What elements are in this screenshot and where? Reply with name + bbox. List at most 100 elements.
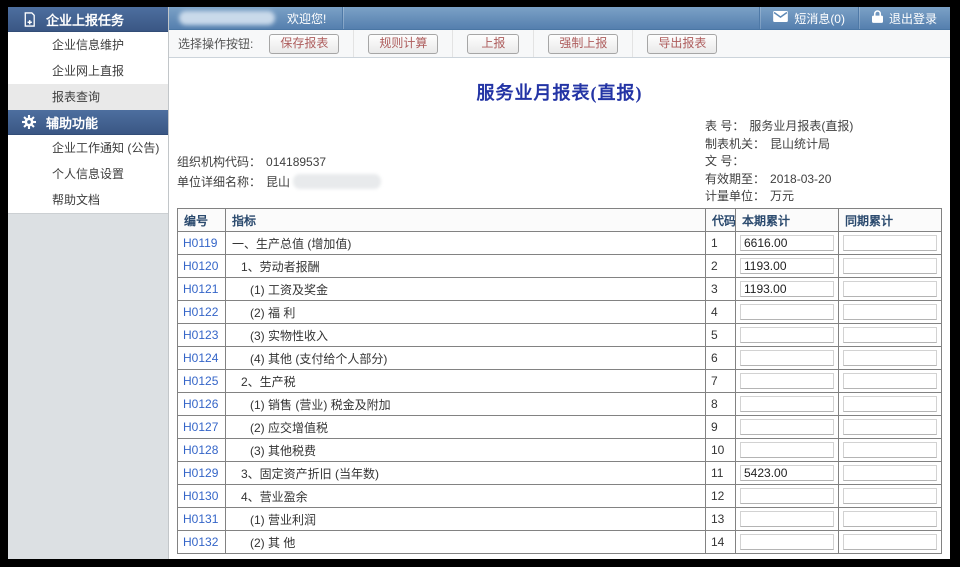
meta-value: 昆山统计局 [770, 137, 830, 151]
prior-period-input[interactable] [843, 258, 937, 274]
current-period-input[interactable] [740, 327, 834, 343]
row-code-link[interactable]: H0123 [183, 328, 218, 342]
current-period-input[interactable] [740, 396, 834, 412]
current-period-input[interactable] [740, 488, 834, 504]
row-code-link[interactable]: H0127 [183, 420, 218, 434]
row-indicator-cell: (3) 实物性收入 [226, 324, 706, 347]
row-code-link[interactable]: H0126 [183, 397, 218, 411]
row-code-cell: H0123 [178, 324, 226, 347]
prior-period-input[interactable] [843, 373, 937, 389]
row-indicator-cell: 3、固定资产折旧 (当年数) [226, 462, 706, 485]
row-code-cell: H0131 [178, 508, 226, 531]
sidebar-section-title: 企业上报任务 [46, 10, 124, 29]
toolbar-button[interactable]: 上报 [467, 34, 519, 54]
prior-period-input[interactable] [843, 534, 937, 550]
row-code-link[interactable]: H0125 [183, 374, 218, 388]
prior-period-input[interactable] [843, 396, 937, 412]
sidebar-item[interactable]: 报表查询 [8, 84, 168, 110]
meta-right-line: 文 号： [705, 153, 853, 171]
row-current-cell [736, 301, 839, 324]
toolbar-button[interactable]: 保存报表 [269, 34, 339, 54]
current-period-input[interactable]: 1193.00 [740, 258, 834, 274]
row-indicator-cell: 1、劳动者报酬 [226, 255, 706, 278]
row-code-link[interactable]: H0129 [183, 466, 218, 480]
envelope-icon [773, 11, 788, 25]
row-seq-cell: 7 [706, 370, 736, 393]
prior-period-input[interactable] [843, 350, 937, 366]
toolbar-separator [353, 30, 354, 57]
current-period-input[interactable]: 5423.00 [740, 465, 834, 481]
row-code-link[interactable]: H0121 [183, 282, 218, 296]
row-code-link[interactable]: H0122 [183, 305, 218, 319]
row-code-cell: H0125 [178, 370, 226, 393]
current-period-input[interactable] [740, 304, 834, 320]
row-code-link[interactable]: H0124 [183, 351, 218, 365]
sidebar-item[interactable]: 个人信息设置 [8, 161, 168, 187]
prior-period-input[interactable] [843, 327, 937, 343]
meta-value: 014189537 [266, 155, 326, 169]
current-period-input[interactable]: 6616.00 [740, 235, 834, 251]
sidebar-item[interactable]: 企业工作通知 (公告) [8, 135, 168, 161]
row-code-cell: H0121 [178, 278, 226, 301]
logout-button[interactable]: 退出登录 [858, 7, 950, 29]
row-code-link[interactable]: H0128 [183, 443, 218, 457]
sidebar-item[interactable]: 企业信息维护 [8, 32, 168, 58]
row-current-cell: 5423.00 [736, 462, 839, 485]
company-name-redacted [179, 11, 275, 25]
report-title: 服务业月报表(直报) [169, 79, 950, 105]
meta-left-line: 组织机构代码：014189537 [177, 152, 381, 172]
row-prior-cell [839, 255, 942, 278]
row-code-link[interactable]: H0132 [183, 535, 218, 549]
messages-button[interactable]: 短消息(0) [759, 7, 858, 29]
current-period-input[interactable] [740, 419, 834, 435]
row-code-link[interactable]: H0120 [183, 259, 218, 273]
row-prior-cell [839, 508, 942, 531]
meta-left-line: 单位详细名称：昆山 [177, 172, 381, 192]
current-period-input[interactable] [740, 350, 834, 366]
current-period-input[interactable]: 1193.00 [740, 281, 834, 297]
meta-label: 计量单位： [705, 189, 765, 203]
row-code-link[interactable]: H0119 [183, 236, 217, 250]
row-indicator-cell: (2) 福 利 [226, 301, 706, 324]
report-page: { "topbar": { "welcome": "欢迎您!", "messag… [0, 0, 960, 567]
prior-period-input[interactable] [843, 304, 937, 320]
prior-period-input[interactable] [843, 511, 937, 527]
topbar-divider [342, 7, 343, 29]
row-indicator-cell: 2、生产税 [226, 370, 706, 393]
row-prior-cell [839, 416, 942, 439]
row-code-cell: H0119 [178, 232, 226, 255]
row-prior-cell [839, 439, 942, 462]
table-column-header: 代码 [706, 209, 736, 232]
sidebar-item[interactable]: 企业网上直报 [8, 58, 168, 84]
meta-label: 有效期至： [705, 172, 765, 186]
current-period-input[interactable] [740, 534, 834, 550]
toolbar-button[interactable]: 规则计算 [368, 34, 438, 54]
prior-period-input[interactable] [843, 235, 937, 251]
current-period-input[interactable] [740, 511, 834, 527]
report-content: 服务业月报表(直报) 表 号：服务业月报表(直报)制表机关：昆山统计局文 号：有… [169, 58, 950, 559]
toolbar-buttons: 保存报表 规则计算 上报 强制上报 导出报表 [269, 30, 717, 57]
row-seq-cell: 5 [706, 324, 736, 347]
meta-value: 万元 [770, 189, 794, 203]
current-period-input[interactable] [740, 442, 834, 458]
toolbar-separator [632, 30, 633, 57]
current-period-input[interactable] [740, 373, 834, 389]
row-current-cell [736, 347, 839, 370]
sidebar-item[interactable]: 帮助文档 [8, 187, 168, 213]
toolbar-button[interactable]: 强制上报 [548, 34, 618, 54]
row-seq-cell: 3 [706, 278, 736, 301]
row-prior-cell [839, 370, 942, 393]
row-seq-cell: 8 [706, 393, 736, 416]
prior-period-input[interactable] [843, 488, 937, 504]
prior-period-input[interactable] [843, 442, 937, 458]
row-indicator-cell: 4、营业盈余 [226, 485, 706, 508]
prior-period-input[interactable] [843, 419, 937, 435]
table-column-header: 编号 [178, 209, 226, 232]
toolbar-separator [452, 30, 453, 57]
prior-period-input[interactable] [843, 281, 937, 297]
prior-period-input[interactable] [843, 465, 937, 481]
row-code-link[interactable]: H0131 [183, 512, 218, 526]
row-code-link[interactable]: H0130 [183, 489, 218, 503]
toolbar-button[interactable]: 导出报表 [647, 34, 717, 54]
report-table: 编号指标代码本期累计同期累计 H0119一、生产总值 (增加值)16616.00… [177, 208, 942, 554]
